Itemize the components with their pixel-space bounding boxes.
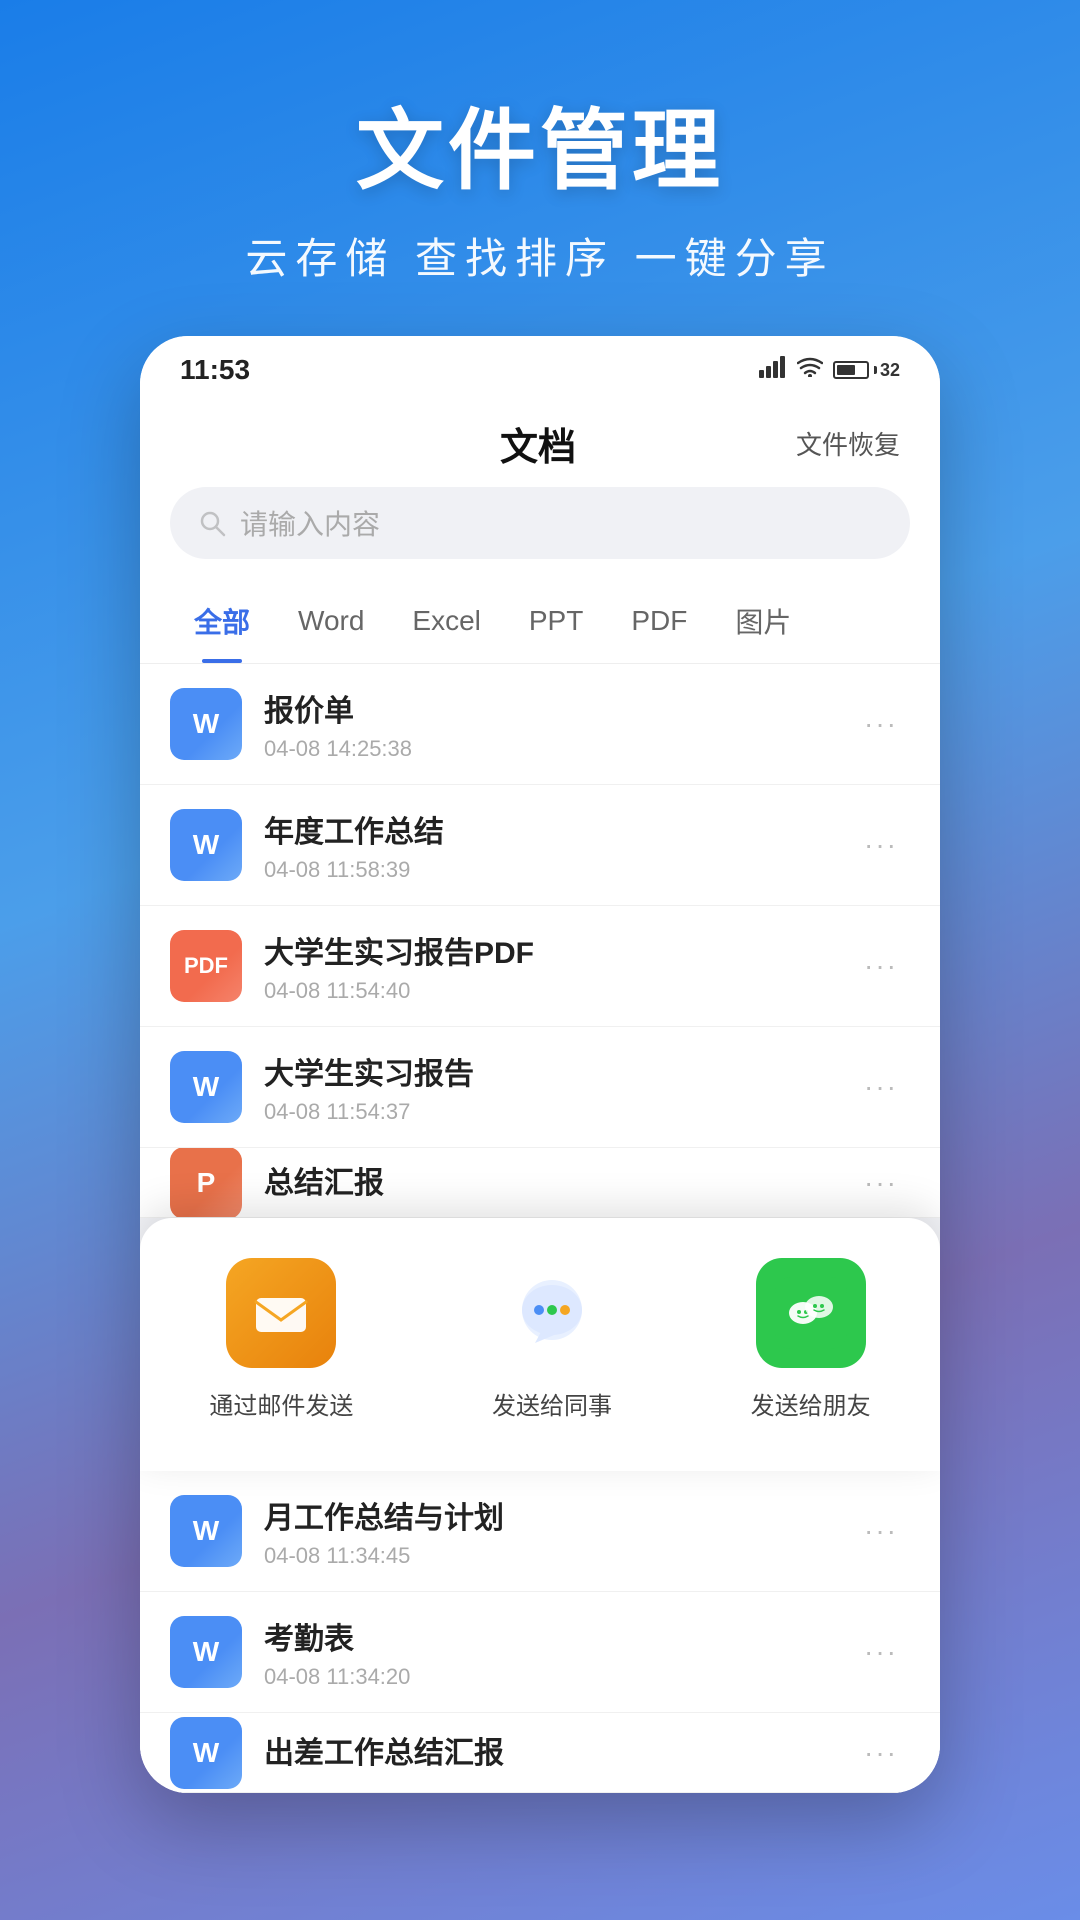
file-list-bottom: W 月工作总结与计划 04-08 11:34:45 ··· W 考勤表 04-0… bbox=[140, 1471, 940, 1793]
share-item-friend[interactable]: 发送给朋友 bbox=[751, 1258, 871, 1421]
share-panel: 通过邮件发送 发送给同事 bbox=[140, 1218, 940, 1471]
file-icon-word: W bbox=[170, 809, 242, 881]
wechat-icon bbox=[775, 1277, 847, 1349]
file-item[interactable]: W 报价单 04-08 14:25:38 ··· bbox=[140, 664, 940, 785]
file-info: 出差工作总结汇报 bbox=[264, 1728, 852, 1778]
file-date: 04-08 11:34:20 bbox=[264, 1664, 852, 1690]
file-date: 04-08 14:25:38 bbox=[264, 736, 852, 762]
file-info: 年度工作总结 04-08 11:58:39 bbox=[264, 807, 852, 883]
share-label-mail: 通过邮件发送 bbox=[209, 1386, 353, 1421]
search-icon bbox=[198, 509, 226, 537]
file-item[interactable]: W 出差工作总结汇报 ··· bbox=[140, 1713, 940, 1793]
file-item[interactable]: P 总结汇报 ··· bbox=[140, 1148, 940, 1218]
file-date: 04-08 11:58:39 bbox=[264, 857, 852, 883]
file-name: 年度工作总结 bbox=[264, 807, 852, 851]
file-date: 04-08 11:54:40 bbox=[264, 978, 852, 1004]
file-more-button[interactable]: ··· bbox=[852, 1157, 910, 1209]
colleague-icon bbox=[507, 1268, 597, 1358]
share-item-mail[interactable]: 通过邮件发送 bbox=[209, 1258, 353, 1421]
file-date: 04-08 11:34:45 bbox=[264, 1543, 852, 1569]
tab-ppt[interactable]: PPT bbox=[505, 583, 607, 659]
file-name: 大学生实习报告 bbox=[264, 1049, 852, 1093]
file-icon-word: W bbox=[170, 1616, 242, 1688]
filter-tabs: 全部 Word Excel PPT PDF 图片 bbox=[140, 579, 940, 664]
tab-pdf[interactable]: PDF bbox=[607, 583, 711, 659]
file-more-button[interactable]: ··· bbox=[852, 698, 910, 750]
phone-frame: 11:53 32 文档 文件恢复 bbox=[140, 336, 940, 1793]
status-icons: 32 bbox=[759, 356, 900, 384]
tab-image[interactable]: 图片 bbox=[711, 579, 815, 663]
file-item[interactable]: W 大学生实习报告 04-08 11:54:37 ··· bbox=[140, 1027, 940, 1148]
file-name: 大学生实习报告PDF bbox=[264, 928, 852, 972]
file-name: 总结汇报 bbox=[264, 1158, 852, 1202]
battery-icon: 32 bbox=[833, 360, 900, 381]
share-label-friend: 发送给朋友 bbox=[751, 1386, 871, 1421]
share-label-colleague: 发送给同事 bbox=[492, 1386, 612, 1421]
tab-excel[interactable]: Excel bbox=[388, 583, 504, 659]
file-name: 报价单 bbox=[264, 686, 852, 730]
file-info: 大学生实习报告 04-08 11:54:37 bbox=[264, 1049, 852, 1125]
file-more-button[interactable]: ··· bbox=[852, 819, 910, 871]
status-bar: 11:53 32 bbox=[140, 336, 940, 396]
share-item-colleague[interactable]: 发送给同事 bbox=[492, 1258, 612, 1421]
file-info: 大学生实习报告PDF 04-08 11:54:40 bbox=[264, 928, 852, 1004]
tab-all[interactable]: 全部 bbox=[170, 579, 274, 663]
search-input[interactable]: 请输入内容 bbox=[240, 503, 380, 543]
file-info: 总结汇报 bbox=[264, 1158, 852, 1208]
status-time: 11:53 bbox=[180, 354, 250, 386]
header: 文件管理 云存储 查找排序 一键分享 bbox=[245, 80, 834, 286]
wifi-icon bbox=[797, 357, 823, 383]
file-icon-word: W bbox=[170, 1495, 242, 1567]
file-more-button[interactable]: ··· bbox=[852, 1727, 910, 1779]
file-more-button[interactable]: ··· bbox=[852, 940, 910, 992]
colleague-icon-wrap bbox=[497, 1258, 607, 1368]
search-bar[interactable]: 请输入内容 bbox=[170, 487, 910, 559]
tab-word[interactable]: Word bbox=[274, 583, 388, 659]
mail-icon bbox=[248, 1280, 314, 1346]
file-item[interactable]: W 月工作总结与计划 04-08 11:34:45 ··· bbox=[140, 1471, 940, 1592]
wechat-icon-wrap bbox=[756, 1258, 866, 1368]
file-more-button[interactable]: ··· bbox=[852, 1505, 910, 1557]
file-icon-pdf: PDF bbox=[170, 930, 242, 1002]
file-item[interactable]: PDF 大学生实习报告PDF 04-08 11:54:40 ··· bbox=[140, 906, 940, 1027]
document-title: 文档 bbox=[280, 416, 796, 471]
search-area: 请输入内容 bbox=[140, 487, 940, 579]
file-info: 月工作总结与计划 04-08 11:34:45 bbox=[264, 1493, 852, 1569]
file-item[interactable]: W 考勤表 04-08 11:34:20 ··· bbox=[140, 1592, 940, 1713]
file-name: 出差工作总结汇报 bbox=[264, 1728, 852, 1772]
file-info: 考勤表 04-08 11:34:20 bbox=[264, 1614, 852, 1690]
file-info: 报价单 04-08 14:25:38 bbox=[264, 686, 852, 762]
mail-icon-wrap bbox=[226, 1258, 336, 1368]
file-recovery-button[interactable]: 文件恢复 bbox=[796, 425, 900, 462]
file-date: 04-08 11:54:37 bbox=[264, 1099, 852, 1125]
app-title: 文件管理 bbox=[245, 80, 834, 207]
file-list-top: W 报价单 04-08 14:25:38 ··· W 年度工作总结 04-08 … bbox=[140, 664, 940, 1218]
file-icon-ppt: P bbox=[170, 1148, 242, 1218]
file-name: 月工作总结与计划 bbox=[264, 1493, 852, 1537]
file-icon-word: W bbox=[170, 1717, 242, 1789]
file-more-button[interactable]: ··· bbox=[852, 1061, 910, 1113]
signal-icon bbox=[759, 356, 787, 384]
file-icon-word: W bbox=[170, 688, 242, 760]
app-topbar: 文档 文件恢复 bbox=[140, 396, 940, 487]
file-icon-word: W bbox=[170, 1051, 242, 1123]
app-subtitle: 云存储 查找排序 一键分享 bbox=[245, 225, 834, 286]
file-more-button[interactable]: ··· bbox=[852, 1626, 910, 1678]
file-name: 考勤表 bbox=[264, 1614, 852, 1658]
file-item[interactable]: W 年度工作总结 04-08 11:58:39 ··· bbox=[140, 785, 940, 906]
